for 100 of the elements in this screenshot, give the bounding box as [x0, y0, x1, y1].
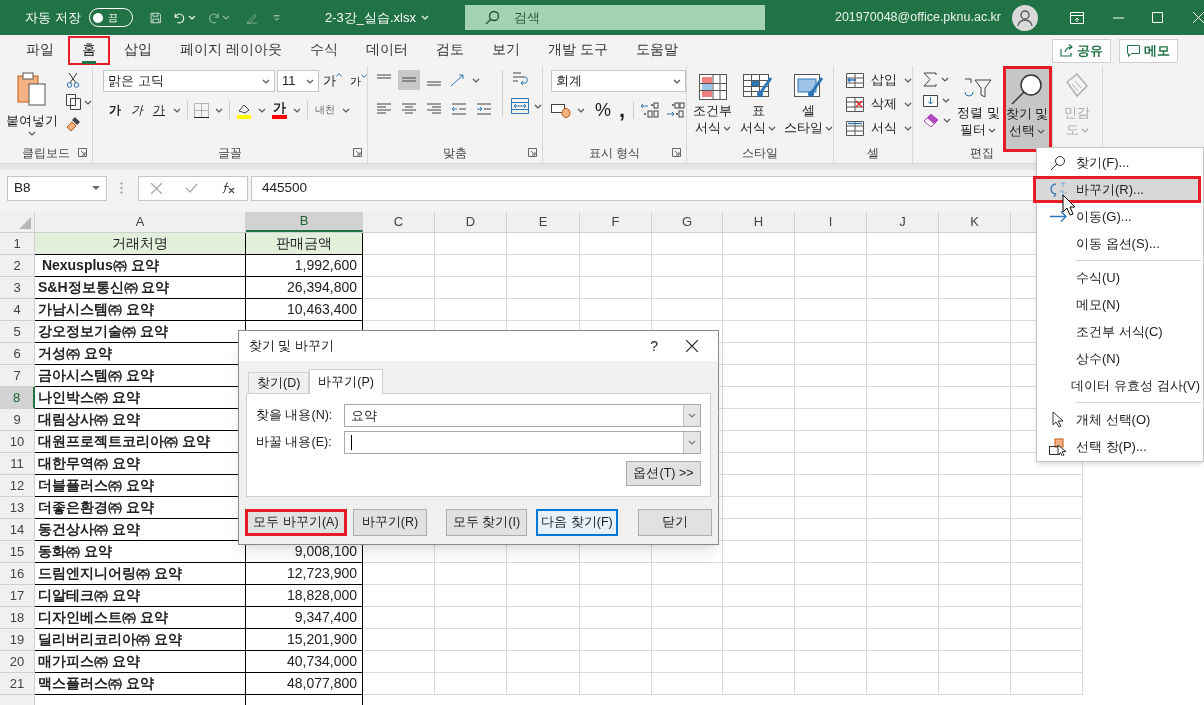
- cells-button[interactable]: 삭제: [846, 94, 913, 114]
- paste-button[interactable]: 붙여넣기: [6, 70, 58, 142]
- phonetic-button[interactable]: 내천: [314, 105, 336, 115]
- row-header[interactable]: 5: [0, 321, 35, 343]
- menu-item[interactable]: 이동(G)...: [1037, 203, 1203, 230]
- menu-item[interactable]: 바꾸기(R)...: [1033, 176, 1201, 203]
- menu-tab[interactable]: 삽입: [110, 36, 166, 65]
- menu-item[interactable]: 수식(U): [1037, 264, 1203, 291]
- cells-button[interactable]: 서식: [846, 118, 913, 138]
- dialog-button[interactable]: 바꾸기(R): [353, 509, 427, 536]
- row-header[interactable]: 17: [0, 585, 35, 607]
- row-header[interactable]: 15: [0, 541, 35, 563]
- row-header[interactable]: 21: [0, 673, 35, 695]
- dialog-button[interactable]: 모두 바꾸기(A): [245, 509, 347, 536]
- group-label: 표시 형식: [588, 144, 641, 162]
- row-header[interactable]: 13: [0, 497, 35, 519]
- column-header[interactable]: E: [507, 212, 580, 232]
- menu-tab[interactable]: 파일: [12, 36, 68, 65]
- group-label: 스타일: [742, 144, 779, 162]
- menu-tab[interactable]: 도움말: [621, 36, 692, 65]
- row-header[interactable]: 20: [0, 651, 35, 673]
- menu-tab[interactable]: 데이터: [351, 36, 422, 65]
- group-label: 맞춤: [443, 144, 467, 162]
- row-header[interactable]: 3: [0, 277, 35, 299]
- combo-field[interactable]: 요약: [344, 404, 701, 427]
- font-size-field[interactable]: 11: [277, 70, 319, 92]
- row-header[interactable]: 18: [0, 607, 35, 629]
- row-header[interactable]: 2: [0, 255, 35, 277]
- menu-item[interactable]: 찾기(F)...: [1037, 149, 1203, 176]
- table-cell: 딜리버리코리아㈜ 요약: [35, 629, 246, 651]
- menu-tab[interactable]: 페이지 레이아웃: [166, 36, 296, 65]
- style-button[interactable]: 조건부 서식: [693, 70, 733, 137]
- column-header[interactable]: I: [795, 212, 867, 232]
- help-button[interactable]: ?: [650, 335, 658, 357]
- table-cell: 거래처명: [35, 233, 246, 255]
- bold-button[interactable]: 가: [107, 101, 123, 119]
- italic-button[interactable]: 가: [129, 101, 145, 119]
- table-cell: 매가피스㈜ 요약: [35, 651, 246, 673]
- row-header[interactable]: 16: [0, 563, 35, 585]
- search-field[interactable]: 검색: [464, 5, 765, 30]
- column-header[interactable]: H: [723, 212, 795, 232]
- font-name-field[interactable]: 맑은 고딕: [103, 70, 275, 92]
- table-cell: S&H정보통신㈜ 요약: [35, 277, 246, 299]
- row-header[interactable]: 8: [0, 387, 35, 409]
- table-cell: 12,723,900: [246, 563, 363, 585]
- column-header[interactable]: K: [939, 212, 1011, 232]
- row-header[interactable]: 14: [0, 519, 35, 541]
- file-name[interactable]: 2-3강_실습.xlsx: [324, 7, 416, 28]
- row-header[interactable]: 9: [0, 409, 35, 431]
- row-header[interactable]: 19: [0, 629, 35, 651]
- column-header[interactable]: J: [867, 212, 939, 232]
- find-select-button[interactable]: 찾기 및 선택: [1002, 66, 1052, 152]
- row-header[interactable]: 7: [0, 365, 35, 387]
- dialog-button[interactable]: 닫기: [638, 509, 712, 536]
- menu-item[interactable]: 데이터 유효성 검사(V): [1037, 372, 1203, 399]
- menu-tab[interactable]: 개발 도구: [533, 36, 622, 65]
- column-header[interactable]: F: [580, 212, 652, 232]
- table-cell: 15,201,900: [246, 629, 363, 651]
- style-button[interactable]: 표 서식: [740, 70, 777, 137]
- percent-button[interactable]: %: [595, 101, 611, 119]
- underline-button[interactable]: 가: [151, 101, 167, 119]
- dialog-tab[interactable]: 찾기(D): [248, 372, 310, 393]
- comments-button[interactable]: 메모: [1119, 38, 1178, 63]
- row-header[interactable]: 10: [0, 431, 35, 453]
- column-header[interactable]: D: [435, 212, 507, 232]
- table-cell: 판매금액: [246, 233, 363, 255]
- cells-button[interactable]: 삽입: [846, 70, 913, 90]
- decrease-font-button[interactable]: 가: [350, 72, 367, 90]
- row-header[interactable]: 6: [0, 343, 35, 365]
- field-label: 바꿀 내용(E):: [256, 434, 333, 452]
- row-header[interactable]: 4: [0, 299, 35, 321]
- options-button[interactable]: 옵션(T) >>: [626, 461, 701, 486]
- share-button[interactable]: 공유: [1052, 38, 1111, 63]
- column-header[interactable]: B: [246, 212, 363, 232]
- table-cell: 가남시스템㈜ 요약: [35, 299, 246, 321]
- style-button[interactable]: 셀 스타일: [784, 70, 834, 137]
- table-cell: 40,734,000: [246, 651, 363, 673]
- name-box[interactable]: B8: [7, 175, 107, 201]
- row-header[interactable]: 1: [0, 233, 35, 255]
- column-header[interactable]: G: [652, 212, 723, 232]
- number-format-field[interactable]: 회계: [551, 70, 686, 92]
- dialog-tab[interactable]: 바꾸기(P): [309, 369, 384, 394]
- menu-item[interactable]: 개체 선택(O): [1037, 406, 1203, 433]
- menu-tab[interactable]: 검토: [421, 36, 478, 65]
- dialog-button[interactable]: 다음 찾기(F): [536, 509, 618, 536]
- menu-item[interactable]: 선택 창(P)...: [1037, 433, 1203, 460]
- menu-item[interactable]: 메모(N): [1037, 291, 1203, 318]
- table-cell: 맥스플러스㈜ 요약: [35, 673, 246, 695]
- menu-tab[interactable]: 수식: [295, 36, 352, 65]
- row-header[interactable]: 12: [0, 475, 35, 497]
- menu-item[interactable]: 조건부 서식(C): [1037, 318, 1203, 345]
- column-header[interactable]: C: [363, 212, 435, 232]
- row-header[interactable]: 11: [0, 453, 35, 475]
- menu-tab[interactable]: 보기: [477, 36, 534, 65]
- group-label: 글꼴: [218, 144, 242, 162]
- menu-item[interactable]: 상수(N): [1037, 345, 1203, 372]
- dialog-button[interactable]: 모두 찾기(I): [446, 509, 527, 536]
- font-color-button[interactable]: 가: [272, 101, 287, 119]
- increase-font-button[interactable]: 가: [323, 71, 342, 91]
- menu-item[interactable]: 이동 옵션(S)...: [1037, 230, 1203, 257]
